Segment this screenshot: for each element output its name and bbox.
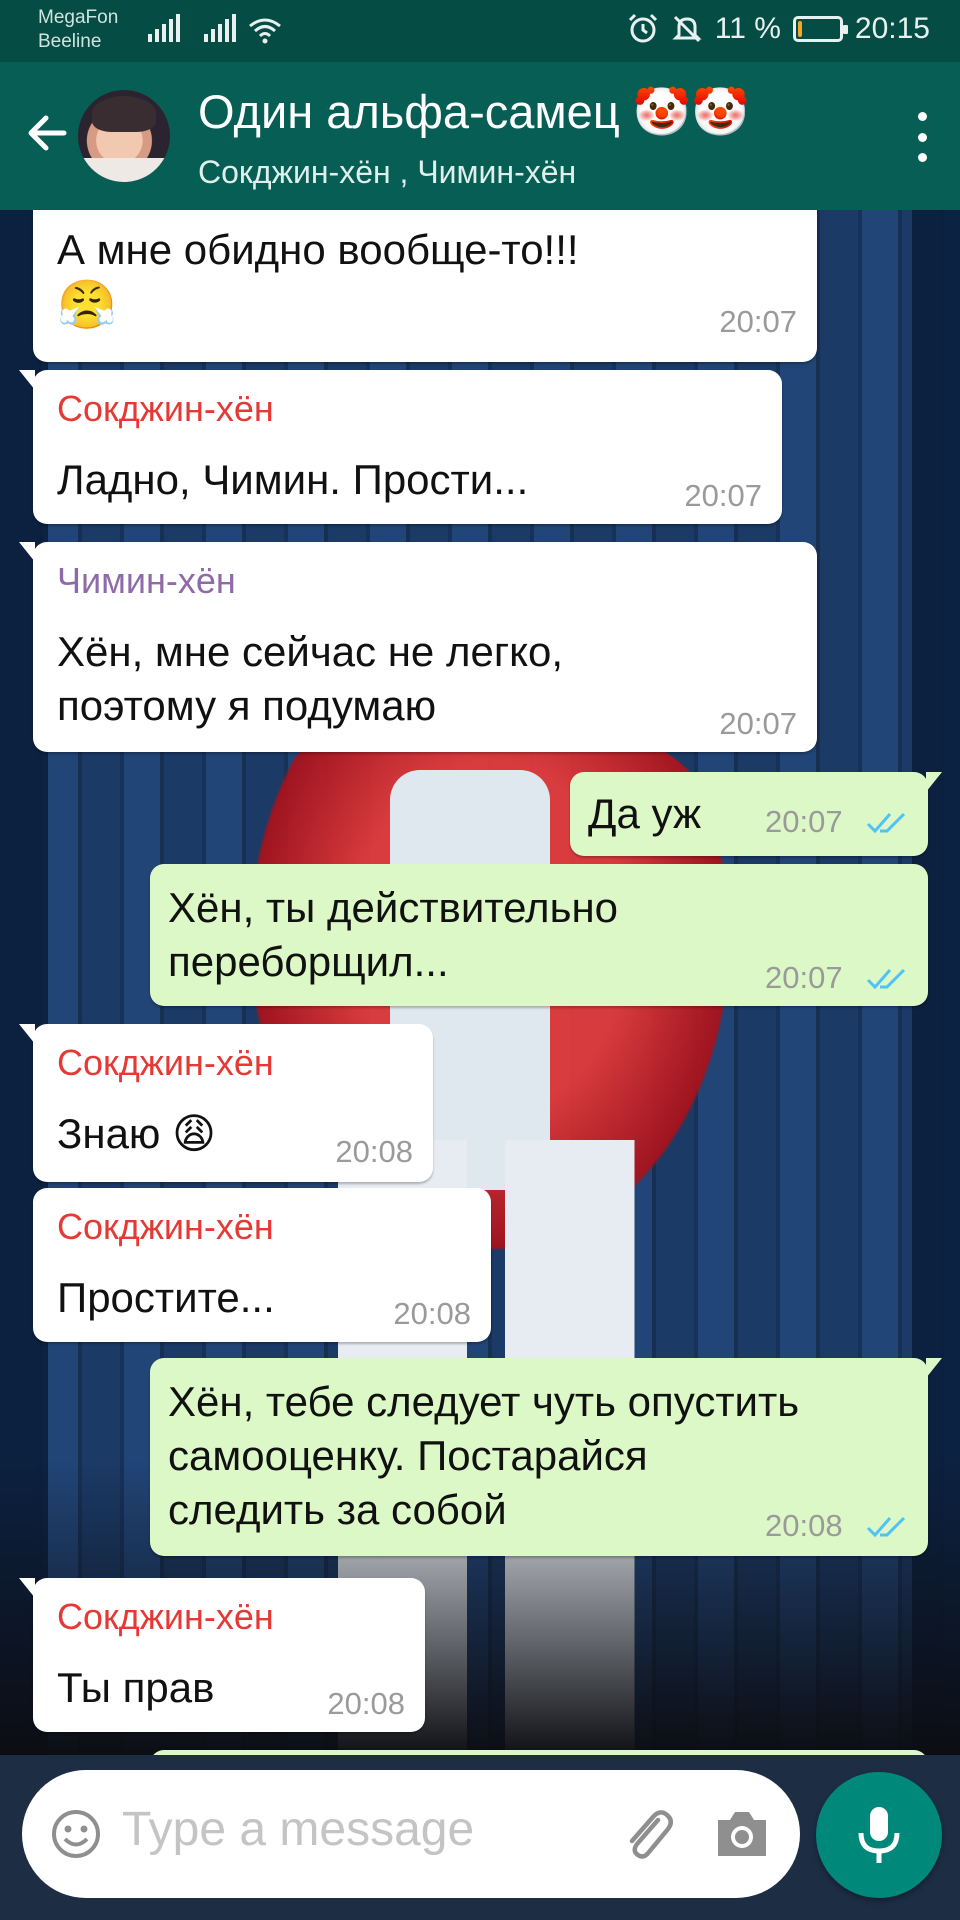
camera-icon[interactable]	[714, 1808, 770, 1860]
message-text: переборщил...	[168, 938, 449, 985]
message-text: Хён, ты действительно	[168, 884, 619, 931]
chat-title[interactable]: Один альфа-самец 🤡🤡	[198, 84, 750, 140]
message-bubble-outgoing[interactable]: Хён, тебе следует чуть опустить самооцен…	[150, 1358, 942, 1556]
chat-area[interactable]: А мне обидно вообще-то!!! 😤 20:07 Сокджи…	[0, 210, 960, 1755]
message-time: 20:07	[765, 960, 843, 995]
battery-percent: 11 %	[714, 12, 781, 45]
status-clock: 20:15	[854, 12, 930, 45]
chat-participants[interactable]: Сокджин-хён , Чимин-хён	[198, 154, 576, 191]
message-text: Да уж	[588, 790, 702, 837]
status-bar: MegaFon Beeline 11 % 20:15	[0, 0, 960, 62]
back-arrow-icon[interactable]	[22, 108, 72, 158]
mute-icon	[672, 15, 702, 43]
signal-icon	[204, 14, 236, 42]
message-text: самооценку. Постарайся	[168, 1432, 648, 1479]
message-bubble-outgoing[interactable]: Хён, ты действительно переборщил... 20:0…	[150, 864, 928, 1006]
read-ticks-icon	[866, 968, 906, 990]
message-time: 20:08	[335, 1134, 413, 1169]
message-time: 20:08	[327, 1686, 405, 1721]
carrier-1: MegaFon	[38, 7, 119, 28]
message-bubble-outgoing[interactable]: Да уж 20:07	[570, 772, 942, 856]
message-text: Ты прав	[57, 1664, 215, 1711]
message-sender: Сокджин-хён	[57, 1596, 274, 1637]
message-sender: Сокджин-хён	[57, 1042, 274, 1083]
message-text: Знаю 😩	[57, 1110, 216, 1157]
message-bubble-incoming[interactable]: Сокджин-хён Ты прав 20:08	[19, 1578, 425, 1732]
message-bubble-incoming[interactable]: А мне обидно вообще-то!!! 😤 20:07	[33, 210, 817, 362]
read-ticks-icon	[866, 812, 906, 834]
message-time: 20:08	[765, 1508, 843, 1543]
message-sender: Сокджин-хён	[57, 388, 274, 429]
more-vert-icon[interactable]	[910, 112, 934, 162]
message-sender: Сокджин-хён	[57, 1206, 274, 1247]
mic-icon	[858, 1807, 900, 1863]
avatar[interactable]	[78, 90, 170, 182]
message-time: 20:08	[393, 1296, 471, 1331]
attach-icon[interactable]	[620, 1804, 676, 1864]
message-time: 20:07	[719, 706, 797, 741]
chat-header: Один альфа-самец 🤡🤡 Сокджин-хён , Чимин-…	[0, 62, 960, 210]
mic-button[interactable]	[816, 1772, 942, 1898]
message-text: следить за собой	[168, 1486, 507, 1533]
message-text: Хён, мне сейчас не легко,	[57, 628, 564, 675]
message-bubble-incoming[interactable]: Чимин-хён Хён, мне сейчас не легко, поэт…	[19, 542, 817, 752]
message-bubble-incoming[interactable]: Сокджин-хён Знаю 😩 20:08	[19, 1024, 433, 1182]
wifi-icon	[249, 18, 281, 44]
message-time: 20:07	[684, 478, 762, 513]
read-ticks-icon	[866, 1516, 906, 1538]
message-text: Простите...	[57, 1274, 275, 1321]
message-bubble-incoming[interactable]: Сокджин-хён Простите... 20:08	[33, 1188, 491, 1342]
alarm-icon	[628, 13, 657, 43]
message-input[interactable]: Type a message	[122, 1802, 474, 1857]
message-sender: Чимин-хён	[57, 560, 236, 601]
message-bubble-outgoing[interactable]	[150, 1750, 928, 1755]
battery-icon	[792, 16, 848, 42]
message-text: Хён, тебе следует чуть опустить	[168, 1378, 800, 1425]
message-bubble-incoming[interactable]: Сокджин-хён Ладно, Чимин. Прости... 20:0…	[19, 370, 782, 524]
carrier-2: Beeline	[38, 31, 102, 52]
carrier-names: MegaFon Beeline	[38, 6, 118, 54]
signal-icon	[148, 14, 180, 42]
message-time: 20:07	[765, 804, 843, 839]
message-text: поэтому я подумаю	[57, 682, 437, 729]
emoji-icon[interactable]	[50, 1808, 102, 1860]
message-text: Ладно, Чимин. Прости...	[57, 456, 529, 503]
message-text: А мне обидно вообще-то!!!	[57, 226, 579, 273]
message-emoji: 😤	[57, 279, 117, 332]
message-input-bar[interactable]: Type a message	[22, 1770, 800, 1898]
message-time: 20:07	[719, 304, 797, 339]
